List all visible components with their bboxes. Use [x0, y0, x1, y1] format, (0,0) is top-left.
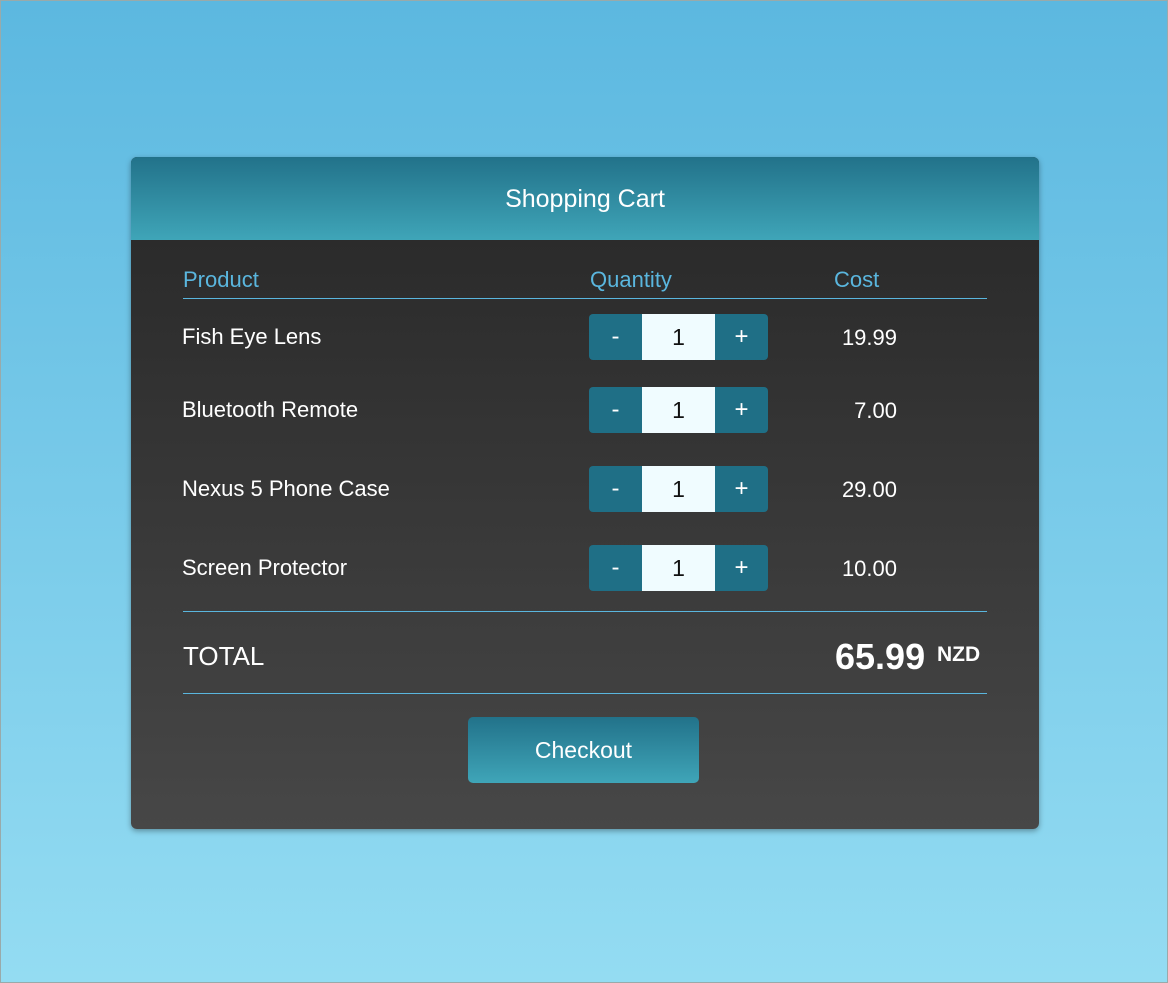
column-header-product: Product — [183, 267, 259, 292]
increase-quantity-button[interactable]: + — [715, 545, 768, 591]
quantity-stepper: - + — [589, 387, 768, 433]
product-name: Nexus 5 Phone Case — [182, 476, 390, 501]
quantity-stepper: - + — [589, 314, 768, 360]
total-currency: NZD — [937, 643, 981, 666]
total-divider-bottom — [183, 693, 987, 694]
decrease-quantity-button[interactable]: - — [589, 387, 642, 433]
quantity-input[interactable] — [642, 545, 715, 591]
product-name: Screen Protector — [182, 555, 348, 580]
quantity-input[interactable] — [642, 466, 715, 512]
quantity-input[interactable] — [642, 387, 715, 433]
item-cost: 29.00 — [841, 477, 897, 502]
increase-quantity-button[interactable]: + — [715, 387, 768, 433]
increase-quantity-button[interactable]: + — [715, 314, 768, 360]
decrease-quantity-button[interactable]: - — [589, 466, 642, 512]
total-divider-top — [183, 611, 987, 612]
item-cost: 10.00 — [841, 556, 897, 581]
column-header-quantity: Quantity — [590, 267, 672, 292]
decrease-quantity-button[interactable]: - — [589, 545, 642, 591]
page-title: Shopping Cart — [505, 185, 665, 213]
header-divider — [183, 298, 987, 299]
item-cost: 19.99 — [841, 325, 897, 350]
decrease-quantity-button[interactable]: - — [589, 314, 642, 360]
shopping-cart-panel: Shopping Cart Product Quantity Cost Fish… — [131, 157, 1039, 829]
increase-quantity-button[interactable]: + — [715, 466, 768, 512]
total-value: 65.99 — [835, 636, 926, 677]
checkout-button[interactable]: Checkout — [468, 717, 699, 783]
total-label: TOTAL — [183, 641, 265, 671]
quantity-stepper: - + — [589, 466, 768, 512]
quantity-input[interactable] — [642, 314, 715, 360]
product-name: Bluetooth Remote — [182, 397, 359, 422]
cart-header: Shopping Cart — [131, 157, 1039, 240]
column-header-cost: Cost — [834, 267, 880, 292]
quantity-stepper: - + — [589, 545, 768, 591]
item-cost: 7.00 — [854, 398, 897, 423]
product-name: Fish Eye Lens — [182, 324, 322, 349]
